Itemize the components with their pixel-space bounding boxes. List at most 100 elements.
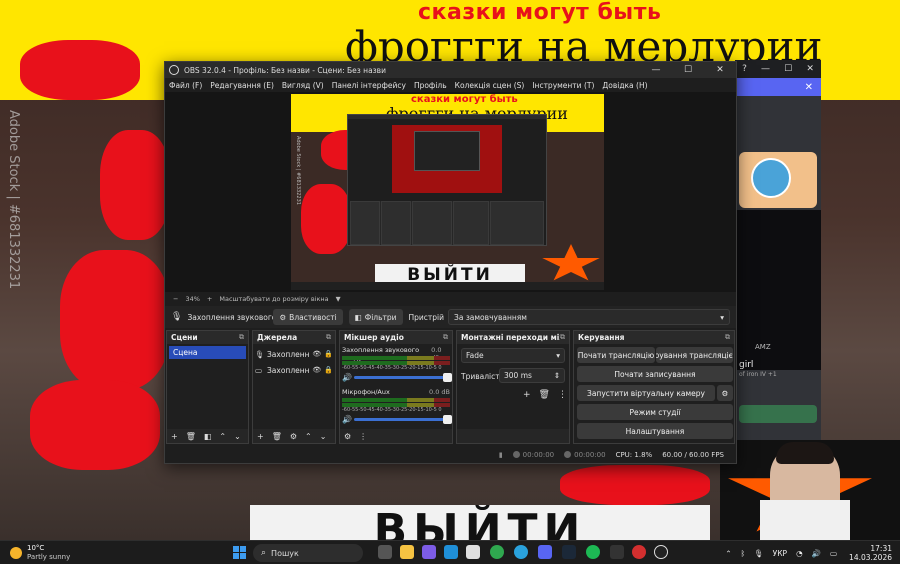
clock[interactable]: 17:31 14.03.2026 [849,544,892,562]
zoom-in-button[interactable]: + [207,295,212,303]
add-icon[interactable]: + [257,432,264,441]
duration-stepper[interactable]: 300 ms ⇕ [499,368,565,383]
microphone-icon[interactable]: 🎙 [754,549,764,558]
menu-tools[interactable]: Інструменти (T) [532,81,594,90]
menu-view[interactable]: Вигляд (V) [282,81,324,90]
add-icon[interactable]: + [171,432,178,441]
more-icon[interactable]: ⋮ [359,432,367,441]
lock-icon[interactable]: 🔒 [324,350,333,358]
settings-button[interactable]: Налаштування [577,423,733,439]
gear-icon[interactable]: ⚙ [344,432,351,441]
tray-overflow-icon[interactable]: ⌃ [725,549,731,558]
dock-float-icon[interactable]: ⧉ [443,333,448,342]
task-view-icon[interactable] [378,545,392,559]
list-item[interactable]: Сцена [169,346,246,359]
volume-slider[interactable] [354,372,452,382]
transition-type-select[interactable]: Fade ▾ [461,348,565,363]
slider-handle[interactable] [443,414,452,424]
discord-icon[interactable] [538,545,552,559]
steam-icon[interactable] [562,545,576,559]
edge-icon[interactable] [444,545,458,559]
weather-widget[interactable]: 10°C Partly sunny [10,544,70,562]
volume-icon[interactable]: 🔊 [812,549,821,558]
minimize-button[interactable]: — [640,65,672,75]
trash-icon[interactable]: 🗑 [186,432,196,441]
close-button[interactable]: ✕ [806,64,814,74]
record-dot-icon [564,451,572,458]
trash-icon[interactable]: 🗑 [272,432,282,441]
start-streaming-button[interactable]: Почати трансляцію [577,347,655,363]
store-icon[interactable] [466,545,480,559]
profile-card[interactable] [739,152,817,208]
studio-mode-button[interactable]: Режим студії [577,404,733,420]
battery-icon[interactable]: ▭ [830,549,837,558]
wifi-icon[interactable]: ◔ [796,549,803,558]
preview-area[interactable]: сказки могут быть фроггги на мерлурии Ad… [165,92,736,292]
chevron-down-icon[interactable]: ⌄ [234,432,241,441]
start-button[interactable] [233,546,246,559]
eye-icon[interactable]: 👁 [312,366,321,374]
device-select[interactable]: За замовчуванням ▾ [448,309,730,325]
volume-slider[interactable] [354,414,452,424]
menu-profile[interactable]: Профіль [414,81,447,90]
chevron-up-icon[interactable]: ⌃ [219,432,226,441]
bluetooth-icon[interactable]: ᛒ [741,549,746,558]
add-icon[interactable]: + [523,390,531,400]
language-indicator[interactable]: УКР [773,549,787,558]
filter-icon: ◧ [354,312,362,322]
menu-edit[interactable]: Редагування (E) [210,81,274,90]
menu-docks[interactable]: Панелі інтерфейсу [332,81,406,90]
speaker-icon[interactable]: 🔊 [342,415,354,424]
zoom-out-button[interactable]: − [173,295,178,303]
maximize-button[interactable]: ☐ [784,64,792,74]
telegram-icon[interactable] [514,545,528,559]
chevron-up-icon[interactable]: ⌃ [305,432,312,441]
dock-float-icon[interactable]: ⧉ [560,333,565,342]
list-item[interactable]: ▭ Захоплення 👁 🔒 [255,363,333,377]
spotify-icon[interactable] [586,545,600,559]
list-item[interactable]: 🎙 Захоплення 👁 🔒 [255,347,333,361]
manage-broadcast-button[interactable]: ерування трансляцією [656,347,733,363]
eye-icon[interactable]: 👁 [312,350,321,358]
record-time: 00:00:00 [574,450,606,459]
speaker-icon[interactable]: 🔊 [342,373,354,382]
dock-float-icon[interactable]: ⧉ [239,333,244,342]
monitor-icon: ▭ [255,365,263,375]
virtual-camera-settings-button[interactable]: ⚙ [717,385,733,401]
obs-taskbar-icon[interactable] [654,545,668,559]
filters-button[interactable]: ◧ Фільтри [348,309,403,325]
more-icon[interactable]: ⋮ [558,390,567,400]
obs-titlebar[interactable]: OBS 32.0.4 - Профіль: Без назви - Сцени:… [165,62,736,78]
app-icon[interactable] [632,545,646,559]
filter-icon[interactable]: ◧ [204,432,212,441]
chevron-down-icon[interactable]: ⌄ [320,432,327,441]
start-recording-button[interactable]: Почати записування [577,366,733,382]
slider-handle[interactable] [443,372,452,382]
file-explorer-icon[interactable] [400,545,414,559]
dock-float-icon[interactable]: ⧉ [326,333,331,342]
taskbar-search[interactable]: ⌕ Пошук [253,544,363,562]
chevron-down-icon[interactable]: ▼ [336,295,341,303]
banner-close-icon[interactable]: ✕ [805,82,813,93]
minimize-button[interactable]: — [761,64,770,74]
zoom-mode-label[interactable]: Масштабувати до розміру вікна [219,295,328,303]
program-preview[interactable]: сказки могут быть фроггги на мерлурии Ad… [291,94,604,290]
member-name[interactable]: girl [739,360,753,370]
stepper-arrows-icon[interactable]: ⇕ [554,371,560,380]
app-icon[interactable] [610,545,624,559]
menu-file[interactable]: Файл (F) [169,81,202,90]
maximize-button[interactable]: ☐ [672,65,704,75]
start-virtual-camera-button[interactable]: Запустити віртуальну камеру [577,385,715,401]
gear-icon[interactable]: ⚙ [290,432,297,441]
action-bar[interactable] [739,405,817,423]
menu-help[interactable]: Довідка (H) [602,81,647,90]
menu-scene-collection[interactable]: Колекція сцен (S) [455,81,525,90]
help-icon[interactable]: ? [742,64,747,74]
trash-icon[interactable]: 🗑 [539,390,550,400]
copilot-icon[interactable] [422,545,436,559]
properties-button[interactable]: ⚙ Властивості [273,309,343,325]
lock-icon[interactable]: 🔒 [324,366,333,374]
chrome-icon[interactable] [490,545,504,559]
close-button[interactable]: ✕ [704,65,736,75]
dock-float-icon[interactable]: ⧉ [725,333,730,342]
